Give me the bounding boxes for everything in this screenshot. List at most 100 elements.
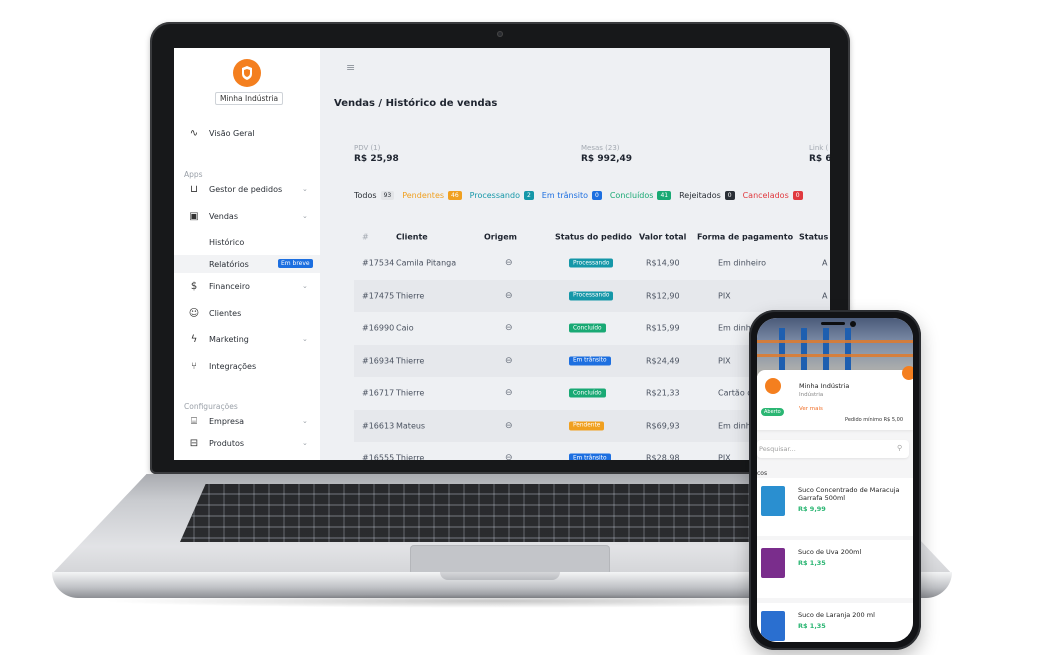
menu-icon[interactable]: ≡ bbox=[346, 61, 355, 74]
store-name: Minha Indústria bbox=[799, 382, 850, 390]
client-name: Thierre bbox=[396, 291, 425, 300]
brand-logo[interactable] bbox=[233, 59, 261, 87]
filter-tab[interactable]: Processando 2 bbox=[470, 191, 534, 200]
sidebar-item-label: Integrações bbox=[209, 361, 257, 371]
payment-method: PIX bbox=[718, 291, 731, 300]
link-icon[interactable]: ⊖ bbox=[505, 356, 513, 366]
product-price: R$ 1,35 bbox=[798, 559, 826, 567]
status-filter-bar: Todos 93 Pendentes 46 Processando 2 Em trânsit… bbox=[354, 191, 811, 200]
git-icon: ⑂ bbox=[191, 360, 197, 372]
phone-screen: Minha Indústria Indústria Ver mais Abert… bbox=[757, 318, 913, 642]
chevron-down-icon: ⌄ bbox=[302, 282, 308, 290]
sidebar-item-label: Visão Geral bbox=[209, 128, 255, 138]
open-badge: Aberto bbox=[761, 408, 784, 416]
col-cliente[interactable]: Cliente bbox=[396, 233, 428, 242]
table-row[interactable]: #17534 Camila Pitanga ⊖ Processando R$14,90 E… bbox=[354, 247, 830, 279]
sidebar: Minha Indústria ∿ Visão Geral Apps ⊔ Ges… bbox=[174, 48, 320, 460]
order-total: R$69,93 bbox=[646, 421, 680, 430]
status-pill: Em trânsito bbox=[569, 453, 611, 460]
chevron-down-icon: ⌄ bbox=[302, 417, 308, 425]
store-logo bbox=[765, 378, 781, 394]
filter-count-badge: 46 bbox=[448, 191, 462, 200]
filter-tab[interactable]: Concluídos 41 bbox=[609, 191, 672, 200]
link-icon[interactable]: ⊖ bbox=[505, 323, 513, 333]
search-placeholder: Pesquisar... bbox=[759, 445, 796, 453]
filter-label: Cancelados bbox=[742, 191, 789, 200]
client-name: Thierre bbox=[396, 453, 425, 461]
breadcrumb: Vendas / Histórico de vendas bbox=[334, 98, 498, 109]
search-input[interactable]: Pesquisar... ⚲ bbox=[757, 440, 909, 458]
client-name: Thierre bbox=[396, 356, 425, 365]
stat-value: R$ 992,49 bbox=[581, 154, 633, 164]
col-status-pagamento[interactable]: Status d bbox=[799, 233, 830, 242]
payment-status: A bbox=[822, 291, 828, 300]
order-id: #16613 bbox=[362, 421, 395, 430]
filter-fab-button[interactable] bbox=[902, 366, 913, 380]
filter-tab[interactable]: Todos 93 bbox=[354, 191, 395, 200]
see-more-link[interactable]: Ver mais bbox=[799, 406, 823, 412]
receipt-icon: ▣ bbox=[189, 210, 199, 222]
trackpad bbox=[410, 545, 610, 575]
product-card[interactable]: Suco de Uva 200ml R$ 1,35 bbox=[757, 540, 913, 598]
product-price: R$ 9,99 bbox=[798, 505, 826, 513]
col-valor-total[interactable]: Valor total bbox=[639, 233, 686, 242]
link-icon[interactable]: ⊖ bbox=[505, 453, 513, 460]
payment-method: Em dinheiro bbox=[718, 258, 766, 268]
order-id: #16555 bbox=[362, 453, 395, 461]
product-card[interactable]: Suco de Laranja 200 ml R$ 1,35 bbox=[757, 603, 913, 642]
search-icon: ⚲ bbox=[897, 444, 903, 452]
zap-icon: ϟ bbox=[190, 333, 198, 345]
chevron-down-icon: ⌄ bbox=[302, 335, 308, 343]
status-pill: Pendente bbox=[569, 421, 605, 430]
col-forma-pagamento[interactable]: Forma de pagamento bbox=[697, 233, 793, 242]
filter-count-badge: 0 bbox=[592, 191, 602, 200]
briefcase-icon: ⌸ bbox=[191, 415, 197, 427]
filter-label: Todos bbox=[354, 191, 377, 200]
filter-count-badge: 0 bbox=[792, 191, 803, 200]
status-pill: Concluído bbox=[569, 323, 606, 333]
filter-tab[interactable]: Pendentes 46 bbox=[402, 191, 462, 200]
sidebar-subitem-relatorios[interactable]: Relatórios bbox=[209, 260, 249, 269]
store-card: Minha Indústria Indústria Ver mais Abert… bbox=[757, 370, 913, 430]
product-name: Suco Concentrado de Maracuja Garrafa 500… bbox=[798, 486, 900, 502]
col-status-pedido[interactable]: Status do pedido bbox=[555, 233, 632, 242]
link-icon[interactable]: ⊖ bbox=[505, 291, 513, 301]
table-row[interactable]: #17475 Thierre ⊖ Processando R$12,90 PIX A bbox=[354, 279, 830, 312]
product-thumbnail bbox=[761, 548, 785, 578]
status-pill: Concluído bbox=[569, 388, 606, 398]
product-thumbnail bbox=[761, 486, 785, 516]
box-icon: ⊟ bbox=[189, 437, 199, 449]
filter-tab[interactable]: Cancelados 0 bbox=[743, 191, 803, 200]
order-id: #16934 bbox=[362, 356, 395, 365]
rack-shape bbox=[845, 328, 851, 370]
client-name: Camila Pitanga bbox=[396, 258, 457, 268]
sidebar-item-label: Vendas bbox=[209, 211, 238, 221]
mockup-stage: Minha Indústria ∿ Visão Geral Apps ⊔ Ges… bbox=[0, 0, 1050, 655]
rack-shape bbox=[801, 328, 807, 370]
link-icon[interactable]: ⊖ bbox=[505, 421, 513, 431]
product-card[interactable]: Suco Concentrado de Maracuja Garrafa 500… bbox=[757, 478, 913, 536]
section-apps: Apps bbox=[184, 170, 203, 179]
webcam-icon bbox=[497, 31, 503, 37]
link-icon[interactable]: ⊖ bbox=[505, 258, 513, 268]
order-total: R$28,98 bbox=[646, 453, 680, 461]
filter-label: Processando bbox=[469, 191, 520, 200]
sidebar-item-label: Clientes bbox=[209, 308, 242, 318]
filter-tab[interactable]: Rejeitados 0 bbox=[679, 191, 735, 200]
col-origem[interactable]: Origem bbox=[484, 233, 517, 242]
laptop-screen: Minha Indústria ∿ Visão Geral Apps ⊔ Ges… bbox=[174, 48, 830, 460]
filter-label: Concluídos bbox=[609, 191, 654, 200]
sidebar-item-label: Produtos bbox=[209, 438, 245, 448]
filter-count-badge: 2 bbox=[523, 191, 534, 200]
sidebar-subitem-historico[interactable]: Histórico bbox=[209, 238, 244, 247]
chevron-down-icon: ⌄ bbox=[302, 185, 308, 193]
status-pill: Processando bbox=[569, 258, 614, 268]
dollar-icon: $ bbox=[190, 280, 198, 292]
phone-camera-icon bbox=[850, 321, 856, 327]
filter-tab[interactable]: Em trânsito 0 bbox=[542, 191, 602, 200]
section-configuracoes: Configurações bbox=[184, 402, 238, 411]
filter-count-badge: 93 bbox=[380, 191, 395, 200]
sidebar-item-label: Empresa bbox=[209, 416, 245, 426]
sidebar-item-label: Gestor de pedidos bbox=[209, 184, 283, 194]
link-icon[interactable]: ⊖ bbox=[505, 388, 513, 398]
